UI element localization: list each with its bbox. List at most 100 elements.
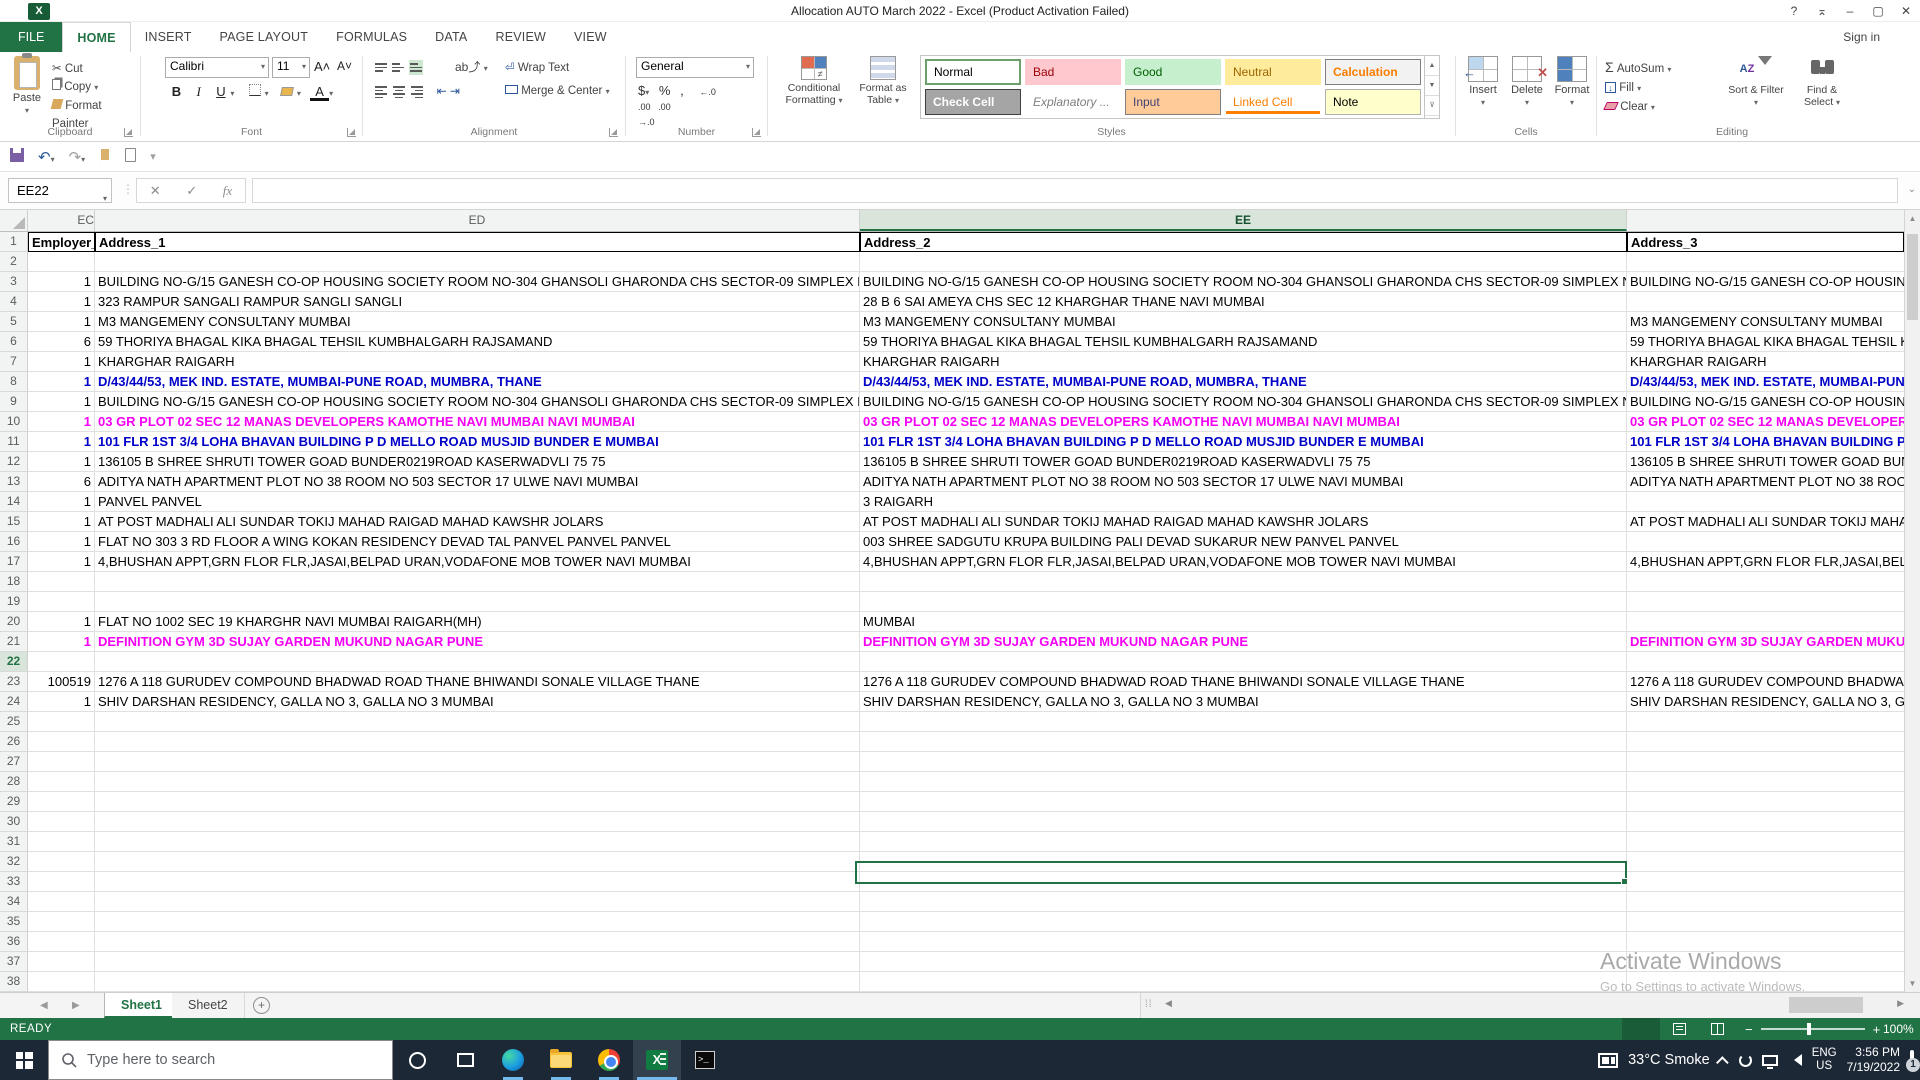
align-center-icon[interactable] [392,84,406,100]
row-header-30[interactable]: 30 [0,812,28,832]
cell-EF25[interactable] [1627,712,1904,732]
cell-EF26[interactable] [1627,732,1904,752]
vertical-scrollbar[interactable]: ▲ ▼ [1904,210,1920,992]
underline-button[interactable]: U [211,84,230,99]
cell-ED28[interactable] [95,772,860,792]
align-top-icon[interactable] [375,61,389,74]
volume-icon[interactable] [1788,1054,1802,1066]
cell-EE6[interactable]: 59 THORIYA BHAGAL KIKA BHAGAL TEHSIL KUM… [860,332,1627,352]
zoom-slider-thumb[interactable] [1807,1023,1811,1035]
cell-EC16[interactable]: 1 [28,532,95,552]
column-header-EE[interactable]: EE [860,210,1627,231]
cell-EE14[interactable]: 3 RAIGARH [860,492,1627,512]
cell-style-bad[interactable]: Bad [1025,59,1121,85]
cell-ED37[interactable] [95,952,860,972]
column-header-EF[interactable] [1627,210,1904,231]
row-header-16[interactable]: 16 [0,532,28,552]
font-color-button[interactable]: A [310,85,329,101]
cell-EF24[interactable]: SHIV DARSHAN RESIDENCY, GALLA NO 3, GALL… [1627,692,1904,712]
cell-EE36[interactable] [860,932,1627,952]
cell-ED21[interactable]: DEFINITION GYM 3D SUJAY GARDEN MUKUND NA… [95,632,860,652]
insert-cells-button[interactable]: ← Insert▾ [1462,56,1504,108]
cell-EE31[interactable] [860,832,1627,852]
vertical-scroll-thumb[interactable] [1907,234,1918,320]
cell-EF30[interactable] [1627,812,1904,832]
wrap-text-button[interactable]: ⏎ Wrap Text [505,60,569,74]
copy-button[interactable]: Copy ▾ [52,78,140,97]
cell-EC35[interactable] [28,912,95,932]
column-header-EC[interactable]: EC [28,210,95,231]
cell-ED7[interactable]: KHARGHAR RAIGARH [95,352,860,372]
increase-decimal-button[interactable]: ←.0.00 [638,87,716,112]
cell-ED31[interactable] [95,832,860,852]
cell-ED34[interactable] [95,892,860,912]
cell-EE19[interactable] [860,592,1627,612]
tab-review[interactable]: REVIEW [481,22,560,52]
network-icon[interactable] [1762,1055,1778,1066]
sheet-next-icon[interactable]: ▶ [72,1000,80,1011]
cell-ED24[interactable]: SHIV DARSHAN RESIDENCY, GALLA NO 3, GALL… [95,692,860,712]
language-indicator[interactable]: ENGUS [1812,1047,1837,1073]
cell-EC38[interactable] [28,972,95,992]
insert-function-button[interactable]: fx [223,183,232,199]
cell-EF32[interactable] [1627,852,1904,872]
cell-ED1[interactable]: Address_1 [95,232,860,252]
cell-EE21[interactable]: DEFINITION GYM 3D SUJAY GARDEN MUKUND NA… [860,632,1627,652]
tab-view[interactable]: VIEW [560,22,621,52]
help-button[interactable]: ? [1780,0,1808,22]
cell-EF2[interactable] [1627,252,1904,272]
cell-EE10[interactable]: 03 GR PLOT 02 SEC 12 MANAS DEVELOPERS KA… [860,412,1627,432]
row-header-34[interactable]: 34 [0,892,28,912]
cell-EF34[interactable] [1627,892,1904,912]
cell-EC33[interactable] [28,872,95,892]
row-header-14[interactable]: 14 [0,492,28,512]
cell-EF5[interactable]: M3 MANGEMENY CONSULTANY MUMBAI [1627,312,1904,332]
taskbar-app-task-view[interactable] [441,1040,489,1080]
row-header-37[interactable]: 37 [0,952,28,972]
cell-EC30[interactable] [28,812,95,832]
tab-formulas[interactable]: FORMULAS [322,22,421,52]
cell-EE38[interactable] [860,972,1627,992]
cell-ED10[interactable]: 03 GR PLOT 02 SEC 12 MANAS DEVELOPERS KA… [95,412,860,432]
row-header-5[interactable]: 5 [0,312,28,332]
align-bottom-icon[interactable] [409,60,423,75]
splitter-handle[interactable]: ⁞⁞ [1145,999,1153,1010]
cell-EE4[interactable]: 28 B 6 SAI AMEYA CHS SEC 12 KHARGHAR THA… [860,292,1627,312]
merge-center-button[interactable]: Merge & Center ▾ [505,85,610,97]
sign-in-link[interactable]: Sign in [1843,22,1880,52]
taskbar-app-cortana[interactable] [393,1040,441,1080]
cell-EC13[interactable]: 6 [28,472,95,492]
new-file-button[interactable] [125,148,136,166]
cell-EF16[interactable] [1627,532,1904,552]
customize-qat-button[interactable]: ▾ [150,150,156,163]
cell-EC14[interactable]: 1 [28,492,95,512]
row-header-35[interactable]: 35 [0,912,28,932]
sort-filter-button[interactable]: AZ Sort & Filter ▾ [1725,56,1787,108]
cell-EC28[interactable] [28,772,95,792]
row-header-25[interactable]: 25 [0,712,28,732]
cell-EF22[interactable] [1627,652,1904,672]
row-header-24[interactable]: 24 [0,692,28,712]
cell-ED16[interactable]: FLAT NO 303 3 RD FLOOR A WING KOKAN RESI… [95,532,860,552]
cell-EF35[interactable] [1627,912,1904,932]
cell-EC24[interactable]: 1 [28,692,95,712]
cell-ED4[interactable]: 323 RAMPUR SANGALI RAMPUR SANGLI SANGLI [95,292,860,312]
cell-EF29[interactable] [1627,792,1904,812]
cell-EE28[interactable] [860,772,1627,792]
save-button[interactable] [10,148,24,166]
cell-EC29[interactable] [28,792,95,812]
column-header-ED[interactable]: ED [95,210,860,231]
sheet-tab-sheet2[interactable]: Sheet2 [172,993,245,1018]
cell-EE25[interactable] [860,712,1627,732]
page-break-view-button[interactable] [1698,1018,1736,1040]
cell-EC11[interactable]: 1 [28,432,95,452]
cell-EF27[interactable] [1627,752,1904,772]
cell-EC7[interactable]: 1 [28,352,95,372]
clear-button[interactable]: Clear ▾ [1605,98,1671,117]
fill-button[interactable]: ↓ Fill ▾ [1605,79,1671,98]
font-size-combo[interactable]: 11▾ [272,57,310,78]
row-header-23[interactable]: 23 [0,672,28,692]
cell-style-linked-cell[interactable]: Linked Cell [1225,89,1321,115]
cell-EF21[interactable]: DEFINITION GYM 3D SUJAY GARDEN MUKUND NA… [1627,632,1904,652]
taskbar-app-file-explorer[interactable] [537,1040,585,1080]
